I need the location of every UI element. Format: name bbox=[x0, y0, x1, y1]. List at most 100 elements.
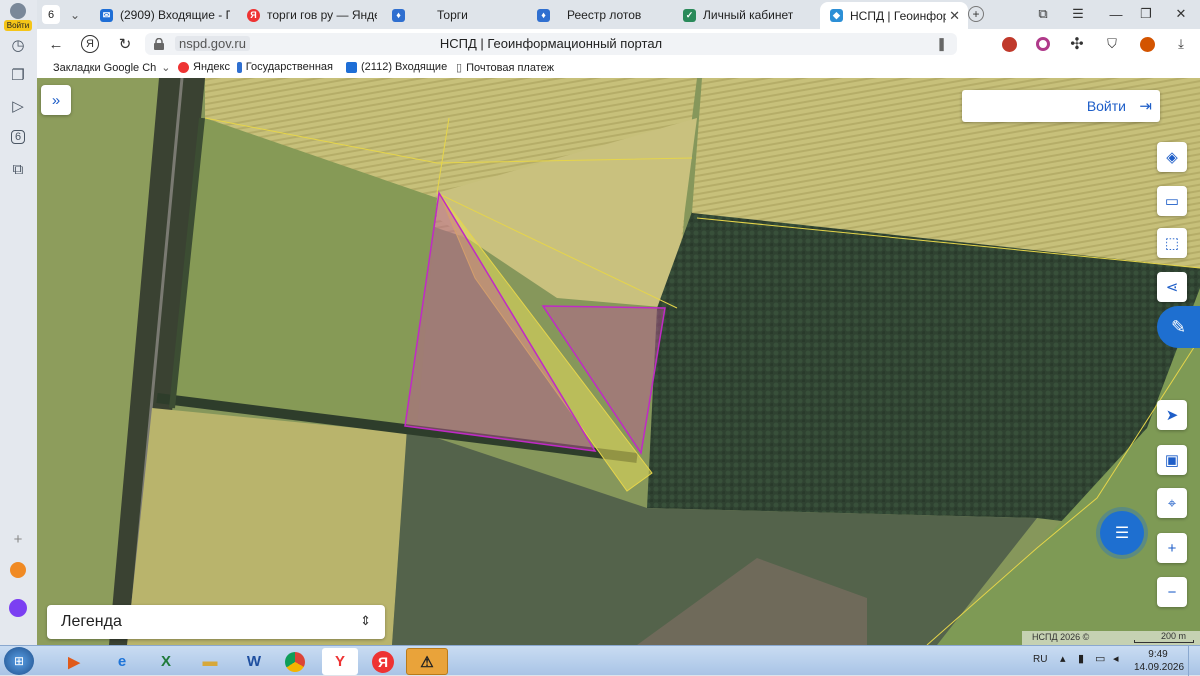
file-explorer-app[interactable]: ▬ bbox=[192, 648, 228, 675]
clock-time: 9:49 bbox=[1148, 649, 1168, 660]
screenshot-icon[interactable]: ⧉ bbox=[7, 158, 29, 180]
scale-bar bbox=[1134, 640, 1194, 643]
chrome-app[interactable] bbox=[277, 648, 313, 675]
zoom-in-button[interactable]: + bbox=[1157, 533, 1187, 563]
yandex-app[interactable]: Я bbox=[365, 648, 401, 675]
tab-personal-account[interactable]: ✓ Личный кабинет bbox=[683, 3, 813, 27]
warning-app[interactable]: ⚠ bbox=[406, 648, 448, 675]
tab-list-chevron-icon[interactable]: ⌄ bbox=[65, 3, 85, 27]
tab-counter-icon[interactable]: 6 bbox=[7, 126, 29, 148]
bookmark-post-payment[interactable]: ▯ Почтовая платеж bbox=[456, 61, 554, 75]
url-field[interactable]: nspd.gov.ru НСПД | Геоинформационный пор… bbox=[145, 33, 957, 55]
map-viewport[interactable]: » Войти ⇥ ◈ ▭ ⬚ ⋖ ✎ ➤ ▣ ⌖ ☰ + − Легенда … bbox=[37, 78, 1200, 645]
windows-taskbar: ⊞ ▶ e X ▬ W Y Я ⚠ RU ▴ ▮ ▭ ◂ 9:49 14.09.… bbox=[0, 645, 1200, 676]
address-bar: ← Я ↻ nspd.gov.ru НСПД | Геоинформационн… bbox=[37, 29, 1200, 59]
menu-icon[interactable]: ☰ bbox=[1067, 4, 1089, 24]
close-tab-icon[interactable]: ✕ bbox=[949, 8, 960, 24]
extension-avatar-icon[interactable] bbox=[999, 34, 1019, 54]
extension-badge-icon[interactable] bbox=[1137, 34, 1157, 54]
measure-button[interactable]: ▭ bbox=[1157, 186, 1187, 216]
language-indicator[interactable]: RU bbox=[1033, 654, 1047, 665]
bookmark-inbox[interactable]: (2112) Входящие bbox=[346, 61, 447, 73]
tab-mail[interactable]: ✉ (2909) Входящие - Почт bbox=[100, 3, 230, 27]
check-icon: ✓ bbox=[683, 8, 696, 22]
yandex-icon bbox=[178, 61, 189, 73]
tab-torgi[interactable]: ♦ Торги bbox=[392, 3, 512, 27]
excel-app[interactable]: X bbox=[148, 648, 184, 675]
profile-avatar-icon bbox=[10, 3, 26, 19]
extension-shield-icon[interactable]: ⛉ bbox=[1102, 34, 1122, 54]
plus-icon: + bbox=[1167, 539, 1177, 557]
expand-collapse-icon: ⇕ bbox=[360, 613, 371, 628]
network-icon[interactable]: ▮ bbox=[1078, 652, 1084, 665]
copyright-text: НСПД 2026 © bbox=[1032, 632, 1090, 642]
layers-icon: ◈ bbox=[1166, 149, 1178, 166]
login-button[interactable]: Войти ⇥ bbox=[962, 90, 1160, 122]
start-button[interactable]: ⊞ bbox=[4, 647, 34, 675]
mail-icon bbox=[346, 61, 357, 73]
draw-tool-button[interactable]: ✎ bbox=[1157, 306, 1200, 348]
bookmark-yandex[interactable]: Яндекс bbox=[178, 61, 230, 73]
internet-explorer-app[interactable]: e bbox=[104, 648, 140, 675]
tab-yandex-search[interactable]: Я торги гов ру — Яндекс bbox=[247, 3, 377, 27]
bookmark-google[interactable]: Закладки Google Ch ⌄ bbox=[53, 61, 170, 75]
media-player-app[interactable]: ▶ bbox=[56, 648, 92, 675]
tab-strip: 6 ⌄ ✉ (2909) Входящие - Почт Я торги гов… bbox=[37, 0, 1200, 29]
bookmark-gosuslugi[interactable]: Государственная bbox=[237, 61, 333, 73]
downloads-icon[interactable]: ⤓ bbox=[1171, 34, 1191, 54]
battery-icon[interactable]: ▭ bbox=[1095, 652, 1105, 665]
yandex-browser-app[interactable]: Y bbox=[322, 648, 358, 675]
emblem-icon bbox=[237, 61, 242, 73]
reload-icon[interactable]: ↻ bbox=[115, 34, 135, 54]
back-icon[interactable]: ← bbox=[46, 34, 66, 54]
bookmark-icon[interactable]: ❚ bbox=[936, 36, 947, 52]
add-icon[interactable]: + bbox=[7, 528, 29, 550]
legend-label: Легенда bbox=[61, 613, 122, 630]
alice-icon[interactable] bbox=[7, 597, 29, 619]
chat-button[interactable]: ☰ bbox=[1100, 511, 1144, 555]
extension-target-icon[interactable] bbox=[1033, 34, 1053, 54]
show-desktop-button[interactable] bbox=[1188, 646, 1200, 676]
emblem-icon: ♦ bbox=[537, 8, 550, 22]
expand-panel-button[interactable]: » bbox=[41, 85, 71, 115]
zoom-out-button[interactable]: − bbox=[1157, 577, 1187, 607]
share-button[interactable]: ⋖ bbox=[1157, 272, 1187, 302]
extensions-puzzle-icon[interactable]: ✣ bbox=[1067, 34, 1087, 54]
panel-view-icon: ▣ bbox=[1164, 452, 1180, 469]
geolocation-button[interactable]: ⌖ bbox=[1157, 488, 1187, 518]
collections-icon[interactable]: ❐ bbox=[7, 64, 29, 86]
document-icon: ▯ bbox=[456, 62, 463, 74]
history-icon[interactable]: ◷ bbox=[7, 34, 29, 56]
share-icon: ⋖ bbox=[1165, 279, 1179, 296]
locate-button[interactable]: ➤ bbox=[1157, 400, 1187, 430]
volume-icon[interactable]: ◂ bbox=[1113, 652, 1119, 665]
tab-lot-registry[interactable]: ♦ Реестр лотов bbox=[537, 3, 667, 27]
restore-icon[interactable]: ❐ bbox=[1135, 4, 1157, 24]
new-tab-icon[interactable]: + bbox=[968, 6, 984, 22]
yandex-home-icon[interactable]: Я bbox=[81, 35, 99, 53]
tray-expand-icon[interactable]: ▴ bbox=[1060, 652, 1066, 665]
mail-app-icon[interactable] bbox=[7, 559, 29, 581]
tab-manager-icon[interactable]: ⧉ bbox=[1032, 4, 1054, 24]
mail-icon: ✉ bbox=[100, 8, 113, 22]
draw-tool-icon: ✎ bbox=[1170, 316, 1187, 337]
word-app[interactable]: W bbox=[236, 648, 272, 675]
profile-button[interactable]: Войти bbox=[4, 2, 32, 36]
select-area-button[interactable]: ⬚ bbox=[1157, 228, 1187, 258]
yandex-icon: Я bbox=[247, 8, 260, 22]
login-icon: ⇥ bbox=[1139, 98, 1152, 115]
play-icon[interactable]: ▷ bbox=[7, 95, 29, 117]
legend-panel[interactable]: Легенда ⇕ bbox=[47, 605, 385, 639]
panel-view-button[interactable]: ▣ bbox=[1157, 445, 1187, 475]
satellite-map[interactable] bbox=[37, 78, 1200, 645]
ruler-icon: ▭ bbox=[1164, 193, 1180, 210]
layers-button[interactable]: ◈ bbox=[1157, 142, 1187, 172]
close-window-icon[interactable]: ✕ bbox=[1170, 4, 1192, 24]
clock[interactable]: 9:49 14.09.2026 bbox=[1134, 648, 1184, 674]
minimize-icon[interactable]: — bbox=[1105, 4, 1127, 24]
navigate-icon: ➤ bbox=[1165, 407, 1179, 424]
tab-counter-label: 6 bbox=[10, 130, 26, 144]
tab-counter-button[interactable]: 6 bbox=[42, 5, 60, 24]
tab-nspd-active[interactable]: ◆ НСПД | Геоинформа ✕ bbox=[820, 2, 968, 29]
page-title: НСПД | Геоинформационный портал bbox=[439, 36, 663, 51]
